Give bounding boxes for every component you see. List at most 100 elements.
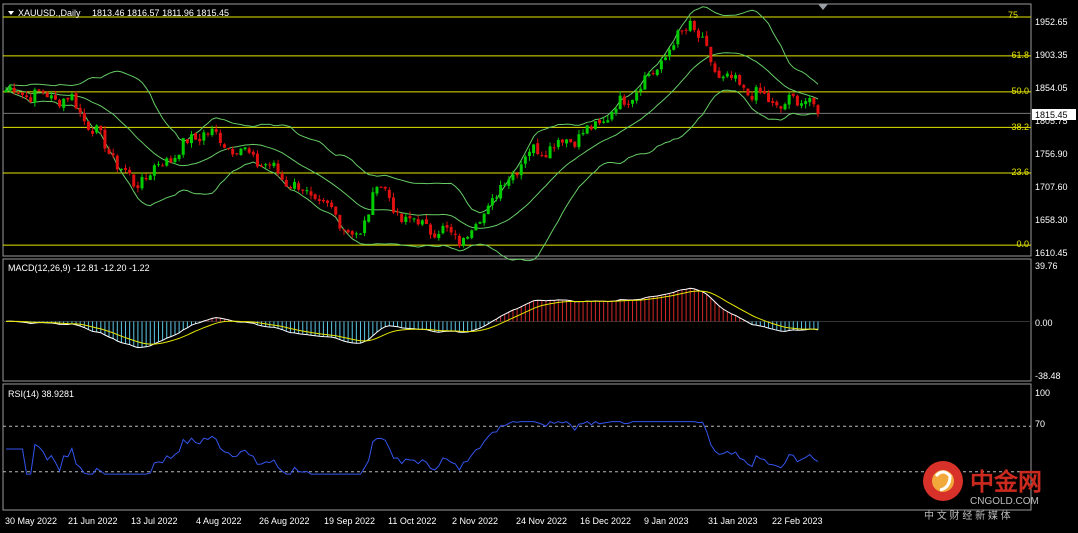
candle-body [313,194,317,199]
candle-body [503,184,507,186]
price-tick: 1756.90 [1035,149,1068,159]
price-tick: 1854.05 [1035,83,1068,93]
candle-body [688,20,692,31]
candle-body [317,199,321,201]
candle-body [45,92,49,98]
candle-body [734,75,738,79]
candle-body [812,97,816,105]
candle-body [383,186,387,189]
candle-body [189,134,193,144]
candle-body [408,216,412,219]
candle-body [124,168,128,170]
price-tick: 1707.60 [1035,182,1068,192]
candle-body [668,49,672,57]
candle-body [227,148,231,150]
date-tick: 22 Feb 2023 [772,516,823,526]
symbol-label: XAUUSD.,Daily [18,8,81,18]
candle-body [783,104,787,110]
current-price-value: 1815.45 [1035,110,1068,120]
candle-body [663,57,667,60]
candle-body [721,76,725,79]
candle-body [457,235,461,246]
candle-body [8,86,12,91]
date-tick: 4 Aug 2022 [196,516,242,526]
date-tick: 31 Jan 2023 [708,516,758,526]
candle-body [758,87,762,93]
candle-body [626,103,630,105]
candle-body [791,93,795,96]
candle-body [20,92,24,95]
rsi-tick: 70 [1035,419,1045,429]
candle-body [255,153,259,167]
candle-body [144,178,148,180]
candle-body [62,98,66,108]
price-tick: 1610.45 [1035,248,1068,258]
candle-body [709,46,713,63]
candle-body [342,229,346,231]
ohlc-values: 1813.46 1816.57 1811.96 1815.45 [92,8,229,18]
watermark-tagline: 中 文 财 经 新 媒 体 [924,509,1011,522]
candle-body [37,89,41,91]
candle-body [490,198,494,206]
candle-body [622,96,626,105]
fib-label: 75 [1008,10,1018,20]
candle-body [280,173,284,180]
candle-body [560,139,564,143]
candle-body [565,139,569,144]
candle-body [95,125,99,133]
candle-body [470,230,474,238]
candle-body [536,143,540,154]
candle-body [49,95,53,99]
candle-body [412,218,416,220]
candle-body [33,89,37,103]
macd-tick: 0.00 [1035,318,1053,328]
candle-body [478,222,482,224]
candle-body [161,165,165,167]
fib-label: 38.2 [1011,122,1029,132]
candle-body [507,179,511,186]
rsi-tick: 100 [1035,388,1050,398]
watermark-brand: 中金网 [970,468,1042,496]
date-tick: 9 Jan 2023 [644,516,689,526]
rsi-label: RSI(14) 38.9281 [8,389,74,399]
candle-body [445,225,449,228]
candle-body [614,108,618,113]
candle-body [4,90,8,93]
candle-body [29,97,33,103]
candle-body [136,185,140,189]
candle-body [387,189,391,198]
candle-body [466,236,470,239]
candle-body [272,162,276,167]
candle-body [157,164,161,166]
price-tick: 1903.35 [1035,50,1068,60]
candle-body [618,95,622,110]
candle-body [746,88,750,96]
date-tick: 21 Jun 2022 [68,516,118,526]
candle-body [742,85,746,88]
fib-label: 61.8 [1011,50,1029,60]
candle-body [441,225,445,234]
candle-body [494,197,498,199]
candle-body [556,140,560,148]
candle-body [696,30,700,38]
candle-body [404,216,408,222]
candle-body [635,92,639,101]
candle-body [169,158,173,163]
candle-body [371,192,375,215]
candle-body [173,157,177,163]
candle-body [334,206,338,215]
candle-body [379,186,383,188]
candle-body [684,29,688,31]
candle-body [16,93,20,95]
candle-body [251,151,255,155]
candle-body [573,141,577,147]
candle-body [515,173,519,176]
candle-body [396,211,400,213]
macd-label: MACD(12,26,9) -12.81 -12.20 -1.22 [8,263,150,273]
candle-body [58,99,62,107]
candle-body [589,126,593,130]
trading-chart[interactable]: XAUUSD.,Daily 1813.46 1816.57 1811.96 18… [0,0,1078,533]
candle-body [354,233,358,235]
candle-body [672,45,676,50]
candle-body [391,197,395,213]
